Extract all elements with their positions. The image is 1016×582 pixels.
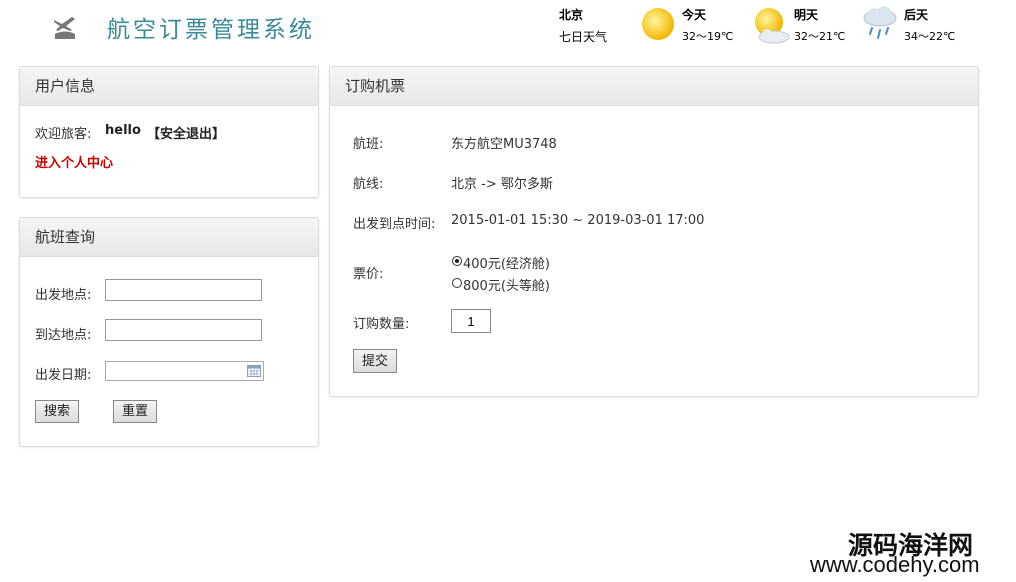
departure-input[interactable] bbox=[105, 279, 262, 301]
weather-day-name: 后天 bbox=[904, 8, 929, 22]
plane-runway-icon bbox=[54, 17, 75, 39]
weather-day-name: 明天 bbox=[794, 8, 819, 22]
date-input[interactable] bbox=[105, 361, 264, 381]
arrival-input[interactable] bbox=[105, 319, 262, 341]
flight-value: 东方航空MU3748 bbox=[451, 137, 557, 152]
route-label: 航线: bbox=[353, 177, 384, 192]
username: hello bbox=[105, 123, 141, 138]
time-value: 2015-01-01 15:30 ~ 2019-03-01 17:00 bbox=[451, 213, 705, 228]
flight-search-panel: 航班查询 出发地点: 到达地点: 出发日期: 搜索 重置 bbox=[19, 217, 319, 447]
weather-day-temp: 32～19℃ bbox=[682, 30, 734, 43]
price-option-first[interactable]: 800元(头等舱) bbox=[463, 275, 550, 294]
price-option-economy[interactable]: 400元(经济舱) bbox=[463, 253, 550, 272]
price-radio-first[interactable] bbox=[452, 278, 462, 288]
reset-button[interactable]: 重置 bbox=[113, 400, 157, 423]
sunny-cloudy-icon bbox=[755, 8, 790, 44]
submit-button[interactable]: 提交 bbox=[353, 349, 397, 373]
weather-day-temp: 32～21℃ bbox=[794, 30, 846, 43]
user-info-panel: 用户信息 欢迎旅客: hello 【安全退出】 进入个人中心 bbox=[19, 66, 319, 198]
departure-label: 出发地点: bbox=[35, 288, 92, 303]
date-label: 出发日期: bbox=[35, 368, 92, 383]
price-label: 票价: bbox=[353, 267, 384, 282]
price-radio-economy[interactable] bbox=[452, 256, 462, 266]
order-ticket-title: 订购机票 bbox=[330, 67, 978, 106]
route-value: 北京 -> 鄂尔多斯 bbox=[451, 177, 553, 192]
weather-city: 北京 bbox=[559, 8, 584, 22]
watermark-en: www.codehy.com bbox=[810, 552, 980, 577]
calendar-icon[interactable] bbox=[247, 365, 261, 377]
sunny-icon bbox=[642, 8, 674, 40]
flight-label: 航班: bbox=[353, 137, 384, 152]
search-button[interactable]: 搜索 bbox=[35, 400, 79, 423]
site-title: 航空订票管理系统 bbox=[107, 17, 315, 43]
weather-day-temp: 34～22℃ bbox=[904, 30, 956, 43]
welcome-label: 欢迎旅客: bbox=[35, 127, 92, 142]
order-ticket-panel: 订购机票 航班: 东方航空MU3748 航线: 北京 -> 鄂尔多斯 出发到点时… bbox=[329, 66, 979, 397]
rain-icon bbox=[863, 6, 897, 39]
logout-link[interactable]: 【安全退出】 bbox=[147, 123, 225, 142]
arrival-label: 到达地点: bbox=[35, 328, 92, 343]
quantity-input[interactable] bbox=[451, 309, 491, 333]
user-info-title: 用户信息 bbox=[20, 67, 318, 106]
weather-day-name: 今天 bbox=[682, 8, 707, 22]
quantity-label: 订购数量: bbox=[353, 317, 410, 332]
weather-week-link[interactable]: 七日天气 bbox=[559, 28, 607, 45]
flight-search-title: 航班查询 bbox=[20, 218, 318, 257]
personal-center-link[interactable]: 进入个人中心 bbox=[35, 152, 113, 171]
time-label: 出发到点时间: bbox=[353, 217, 436, 232]
